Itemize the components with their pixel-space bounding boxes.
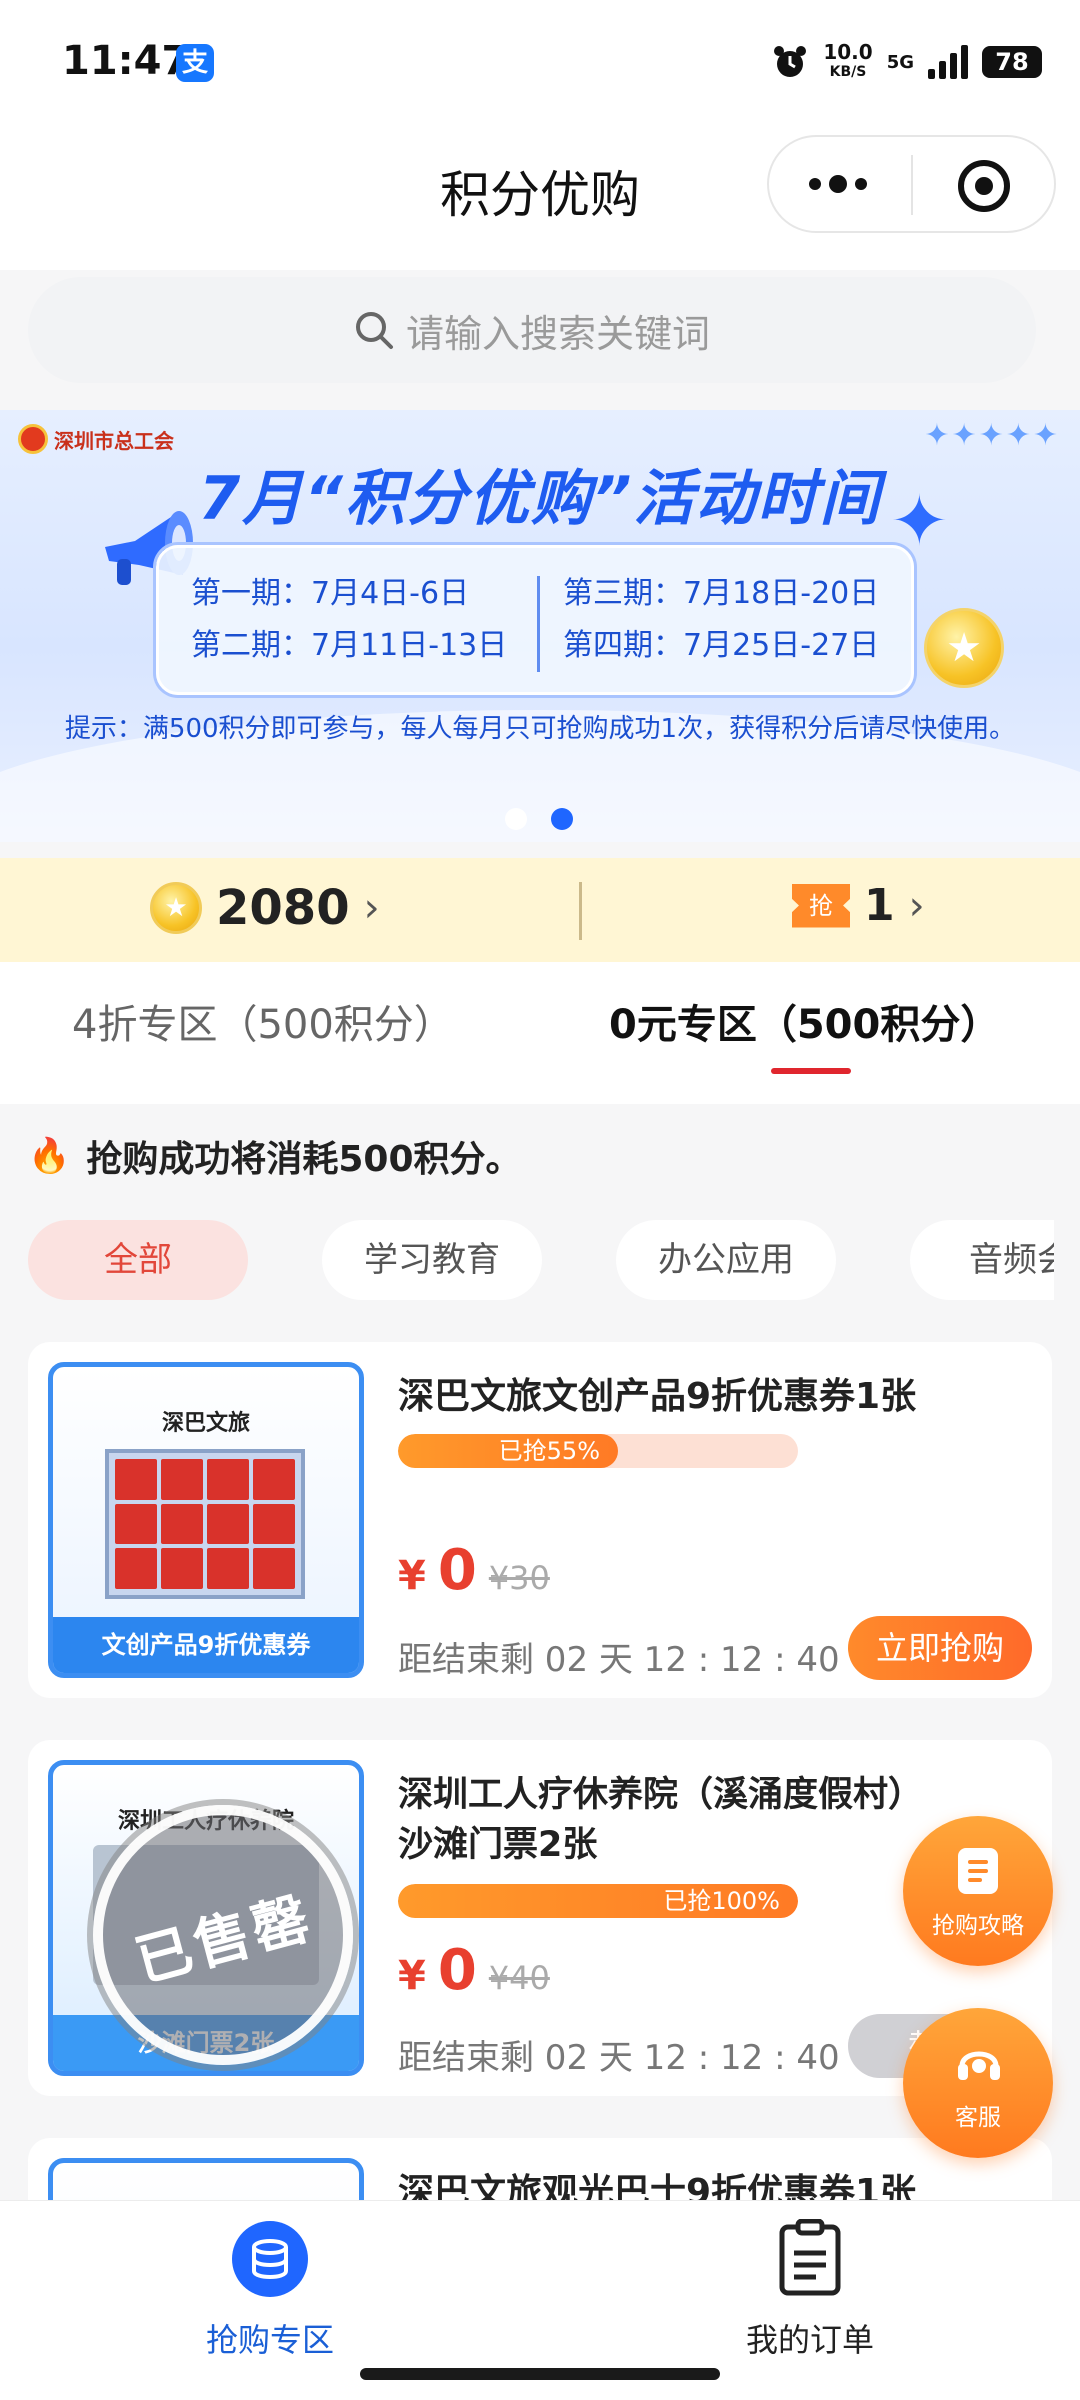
buy-now-button[interactable]: 立即抢购: [848, 1616, 1032, 1680]
search-box[interactable]: 请输入搜索关键词: [28, 277, 1036, 383]
hint-text: 抢购成功将消耗500积分。: [86, 1139, 522, 1180]
capsule-divider: [911, 155, 913, 215]
progress-bar: 已抢55%: [398, 1434, 798, 1468]
search-icon: [355, 312, 393, 349]
tab-label: 我的订单: [745, 2321, 874, 2359]
status-indicators: 10.0 KB/S 5G 78: [771, 38, 1042, 86]
price-symbol: ¥: [398, 1953, 426, 1999]
activity-banner[interactable]: 深圳市总工会 ✦✦✦✦✦ ✦ 7月“积分优购”活动时间 第一期：7月4日-6日 …: [0, 410, 1080, 842]
consume-hint: 🔥 抢购成功将消耗500积分。: [28, 1130, 522, 1182]
period-2: 第二期：7月11日-13日: [191, 628, 508, 663]
headset-icon: [958, 2051, 1000, 2080]
points-bar: ★ 2080 › 抢 1 ›: [0, 858, 1080, 962]
price: ¥ 0 ¥40: [398, 1938, 550, 2003]
countdown: 距结束剩 02 天 12 : 12 : 40: [398, 2038, 840, 2078]
flame-icon: 🔥: [28, 1136, 71, 1176]
alipay-app-icon: 支: [176, 44, 214, 82]
speed-unit: KB/S: [829, 64, 867, 80]
customer-service-button[interactable]: 客服: [903, 2008, 1053, 2158]
network-type: 5G: [886, 51, 914, 73]
price: ¥ 0 ¥30: [398, 1538, 550, 1603]
price-value: 0: [437, 1938, 477, 2003]
mini-program-capsule: [767, 135, 1056, 233]
period-4: 第四期：7月25日-27日: [563, 628, 880, 663]
price-value: 0: [437, 1538, 477, 1603]
product-title-line1: 深圳工人疗休养院（溪涌度假村）: [398, 1775, 924, 1815]
battery-icon: 78: [982, 46, 1042, 78]
schedule-divider: [537, 576, 540, 672]
progress-bar: 已抢100%: [398, 1884, 798, 1918]
document-icon: [958, 1848, 998, 1894]
original-price: ¥40: [488, 1959, 550, 1997]
points-divider: [579, 882, 582, 940]
chip-audio[interactable]: 音频会: [910, 1220, 1054, 1300]
service-label: 客服: [955, 2105, 1001, 2131]
network-speed: 10.0 KB/S: [823, 42, 872, 82]
countdown: 距结束剩 02 天 12 : 12 : 40: [398, 1640, 840, 1680]
chevron-right-icon: ›: [363, 885, 380, 931]
product-card[interactable]: 深圳工人疗休养院 沙滩门票2张 已售罄 深圳工人疗休养院（溪涌度假村） 沙滩门票…: [28, 1740, 1052, 2096]
search-input[interactable]: 请输入搜索关键词: [406, 303, 710, 358]
chip-office[interactable]: 办公应用: [616, 1220, 836, 1300]
banner-tip: 提示：满500积分即可参与，每人每月只可抢购成功1次，获得积分后请尽快使用。: [64, 714, 1016, 744]
pager-dot[interactable]: [505, 808, 527, 830]
product-image[interactable]: 深巴文旅 文创产品9折优惠券: [48, 1362, 364, 1678]
guide-float-button[interactable]: 抢购攻略: [903, 1816, 1053, 1966]
product-title: 深巴文旅文创产品9折优惠券1张: [398, 1376, 917, 1417]
period-3: 第三期：7月18日-20日: [563, 576, 880, 611]
period-1: 第一期：7月4日-6日: [191, 576, 470, 611]
coin-decoration-icon: ★: [924, 608, 1004, 688]
status-time: 11:47: [62, 38, 190, 84]
product-card[interactable]: 深巴文旅 文创产品9折优惠券 深巴文旅文创产品9折优惠券1张 已抢55% ¥ 0…: [28, 1342, 1052, 1698]
stars-decoration: ✦✦✦✦✦: [924, 418, 1060, 453]
pager-dot-active[interactable]: [551, 808, 573, 830]
home-indicator[interactable]: [360, 2368, 720, 2380]
chevron-right-icon: ›: [908, 882, 925, 929]
ticket-count: 1: [864, 880, 895, 931]
coin-icon: ★: [150, 882, 202, 934]
signal-icon: [928, 45, 968, 79]
tab-flash-sale[interactable]: 抢购专区: [120, 2219, 420, 2359]
tab-label: 抢购专区: [205, 2321, 334, 2359]
ticket-balance[interactable]: 抢 1 ›: [792, 880, 925, 931]
shelf-illustration: [105, 1449, 305, 1599]
price-symbol: ¥: [398, 1553, 426, 1599]
alarm-icon: [774, 46, 807, 77]
guide-label: 抢购攻略: [932, 1913, 1024, 1939]
page: 11:47 支 10.0 KB/S 5G 78 积分优购 请输入搜索关键词 深圳…: [0, 0, 1080, 2400]
sold-out-text: 已售罄: [128, 1885, 320, 1995]
product-image[interactable]: 深圳工人疗休养院 沙滩门票2张 已售罄: [48, 1760, 364, 2076]
points-balance[interactable]: ★ 2080 ›: [150, 880, 380, 936]
original-price: ¥30: [488, 1559, 550, 1597]
thumb-brand: 深巴文旅: [161, 1411, 250, 1436]
tab-40-percent-zone[interactable]: 4折专区（500积分）: [72, 992, 454, 1050]
chip-all[interactable]: 全部: [28, 1220, 248, 1300]
points-value: 2080: [216, 880, 350, 936]
tab-active-indicator: [771, 1068, 851, 1074]
schedule-right: 第三期：7月18日-20日 第四期：7月25日-27日: [563, 568, 879, 672]
zone-tabs: 4折专区（500积分） 0元专区（500积分）: [0, 962, 1080, 1104]
thumb-caption: 文创产品9折优惠券: [53, 1617, 359, 1673]
status-bar: 11:47 支 10.0 KB/S 5G 78: [0, 0, 1080, 125]
banner-pager: [505, 808, 573, 830]
nav-bar: 积分优购: [0, 125, 1080, 270]
tab-zero-yuan-zone[interactable]: 0元专区（500积分）: [609, 992, 1000, 1050]
schedule-left: 第一期：7月4日-6日 第二期：7月11日-13日: [191, 568, 507, 672]
progress-label: 已抢55%: [498, 1437, 600, 1465]
close-target-icon[interactable]: [957, 159, 1011, 213]
sold-out-stamp: 已售罄: [93, 1805, 353, 2065]
tab-my-orders[interactable]: 我的订单: [660, 2219, 960, 2359]
order-list-icon: [779, 2219, 841, 2296]
ticket-icon: 抢: [792, 883, 850, 928]
chip-education[interactable]: 学习教育: [322, 1220, 542, 1300]
database-icon: [232, 2221, 308, 2297]
speed-value: 10.0: [823, 40, 873, 64]
schedule-box: 第一期：7月4日-6日 第二期：7月11日-13日 第三期：7月18日-20日 …: [156, 545, 914, 695]
category-chips: 全部 学习教育 办公应用 音频会: [28, 1220, 1054, 1300]
progress-label: 已抢100%: [663, 1887, 780, 1915]
more-icon[interactable]: [809, 175, 867, 193]
